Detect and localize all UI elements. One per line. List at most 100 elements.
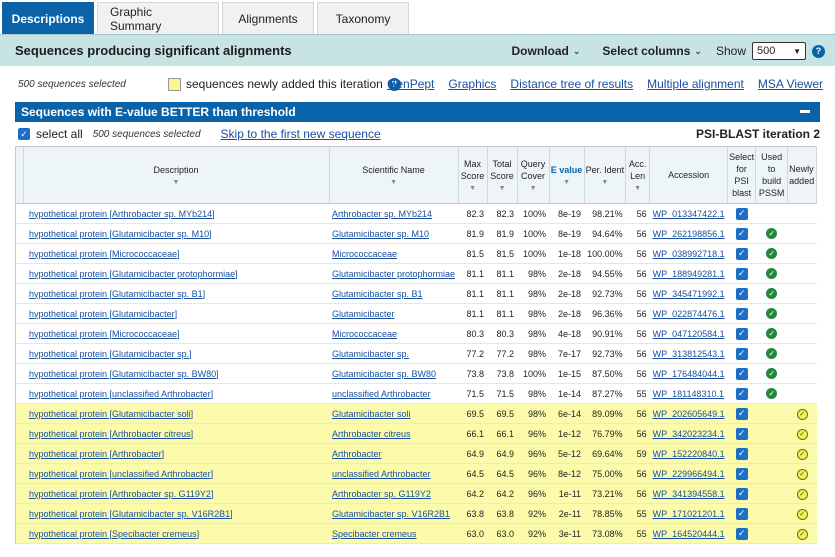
psi-select-checkbox[interactable]: ✓ (735, 267, 748, 280)
select-columns-button[interactable]: Select columns ⌄ (602, 44, 702, 58)
show-count-select[interactable]: 500 ▼ (752, 42, 806, 60)
scientific-name-link[interactable]: Micrococcaceae (332, 329, 397, 339)
distance-tree-link[interactable]: Distance tree of results (510, 77, 633, 91)
psi-select-checkbox[interactable]: ✓ (735, 367, 748, 380)
col-description-label: Description (153, 164, 199, 175)
genpept-link[interactable]: GenPept (387, 77, 434, 91)
accession-link[interactable]: WP_313812543.1 (653, 349, 725, 359)
description-link[interactable]: hypothetical protein [Micrococcaceae] (29, 249, 180, 259)
accession-link[interactable]: WP_176484044.1 (653, 369, 725, 379)
accession-link[interactable]: WP_202605649.1 (653, 409, 725, 419)
psi-select-checkbox[interactable]: ✓ (735, 447, 748, 460)
newly-added-cell: ✓ (787, 523, 817, 544)
accession-link[interactable]: WP_262198856.1 (653, 229, 725, 239)
tab-taxonomy[interactable]: Taxonomy (317, 2, 409, 34)
scientific-name-link[interactable]: unclassified Arthrobacter (332, 389, 431, 399)
tab-alignments[interactable]: Alignments (222, 2, 314, 34)
accession-link[interactable]: WP_345471992.1 (653, 289, 725, 299)
accession-link[interactable]: WP_229966494.1 (653, 469, 725, 479)
description-link[interactable]: hypothetical protein [Glutamicibacter sp… (29, 369, 219, 379)
col-per-ident[interactable]: Per. Ident ▼ (584, 146, 627, 204)
description-link[interactable]: hypothetical protein [Glutamicibacter] (29, 309, 177, 319)
msa-viewer-link[interactable]: MSA Viewer (758, 77, 823, 91)
psi-select-checkbox[interactable]: ✓ (735, 467, 748, 480)
psi-select-checkbox[interactable]: ✓ (735, 207, 748, 220)
total-score-cell: 63.8 (487, 503, 518, 524)
psi-select-checkbox[interactable]: ✓ (735, 507, 748, 520)
description-link[interactable]: hypothetical protein [Micrococcaceae] (29, 329, 180, 339)
multiple-alignment-link[interactable]: Multiple alignment (647, 77, 744, 91)
description-link[interactable]: hypothetical protein [Glutamicibacter so… (29, 409, 193, 419)
scientific-name-link[interactable]: Glutamicibacter sp. V16R2B1 (332, 509, 450, 519)
scientific-name-link[interactable]: Glutamicibacter sp. B1 (332, 289, 423, 299)
description-link[interactable]: hypothetical protein [Glutamicibacter sp… (29, 509, 233, 519)
accession-link[interactable]: WP_181148310.1 (653, 389, 724, 399)
scientific-name-link[interactable]: Glutamicibacter sp. M10 (332, 229, 429, 239)
psi-select-checkbox[interactable]: ✓ (735, 287, 748, 300)
col-scientific-name[interactable]: Scientific Name ▼ (329, 146, 459, 204)
select-all-checkbox[interactable]: ✓ (18, 128, 30, 140)
scientific-name-link[interactable]: Arthrobacter (332, 449, 382, 459)
psi-select-checkbox[interactable]: ✓ (735, 347, 748, 360)
accession-cell: WP_164520444.1 (649, 523, 728, 544)
description-link[interactable]: hypothetical protein [Glutamicibacter pr… (29, 269, 238, 279)
description-cell: hypothetical protein [Micrococcaceae] (23, 243, 329, 264)
scientific-name-link[interactable]: Glutamicibacter sp. (332, 349, 409, 359)
psi-select-checkbox[interactable]: ✓ (735, 527, 748, 540)
scientific-name-link[interactable]: Glutamicibacter soli (332, 409, 411, 419)
accession-link[interactable]: WP_341394558.1 (653, 489, 725, 499)
col-description[interactable]: Description ▼ (23, 146, 330, 204)
description-link[interactable]: hypothetical protein [Arthrobacter citre… (29, 429, 193, 439)
scientific-name-link[interactable]: Specibacter cremeus (332, 529, 417, 539)
psi-select-checkbox[interactable]: ✓ (735, 247, 748, 260)
psi-select-checkbox[interactable]: ✓ (735, 407, 748, 420)
skip-to-new-link[interactable]: Skip to the first new sequence (221, 127, 381, 141)
description-link[interactable]: hypothetical protein [unclassified Arthr… (29, 469, 213, 479)
psi-select-checkbox[interactable]: ✓ (735, 227, 748, 240)
tab-descriptions[interactable]: Descriptions (2, 2, 94, 34)
scientific-name-link[interactable]: Arthrobacter citreus (332, 429, 411, 439)
scientific-name-link[interactable]: Micrococcaceae (332, 249, 397, 259)
col-total-score[interactable]: Total Score ▼ (487, 146, 518, 204)
scientific-name-cell: Glutamicibacter sp. B1 (329, 283, 459, 304)
description-link[interactable]: hypothetical protein [Arthrobacter sp. G… (29, 489, 213, 499)
psi-select-checkbox[interactable]: ✓ (735, 487, 748, 500)
description-link[interactable]: hypothetical protein [Arthrobacter] (29, 449, 164, 459)
collapse-icon[interactable] (800, 110, 810, 113)
scientific-name-link[interactable]: Arthrobacter sp. G119Y2 (332, 489, 431, 499)
accession-link[interactable]: WP_171021201.1 (653, 509, 725, 519)
col-acc-len[interactable]: Acc. Len ▼ (625, 146, 651, 204)
graphics-link[interactable]: Graphics (448, 77, 496, 91)
description-link[interactable]: hypothetical protein [Glutamicibacter sp… (29, 349, 192, 359)
accession-link[interactable]: WP_022874476.1 (653, 309, 725, 319)
tab-graphic-summary[interactable]: Graphic Summary (97, 2, 219, 34)
psi-select-checkbox[interactable]: ✓ (735, 387, 748, 400)
col-max-score[interactable]: Max Score ▼ (458, 146, 488, 204)
psi-select-checkbox[interactable]: ✓ (735, 427, 748, 440)
accession-link[interactable]: WP_047120584.1 (653, 329, 725, 339)
accession-link[interactable]: WP_188949281.1 (653, 269, 725, 279)
help-icon[interactable]: ? (812, 44, 825, 58)
accession-link[interactable]: WP_013347422.1 (653, 209, 725, 219)
scientific-name-link[interactable]: Glutamicibacter protophormiae (332, 269, 455, 279)
scientific-name-link[interactable]: Glutamicibacter sp. BW80 (332, 369, 436, 379)
psi-select-checkbox[interactable]: ✓ (735, 327, 748, 340)
accession-link[interactable]: WP_152220840.1 (653, 449, 725, 459)
download-button[interactable]: Download ⌄ (512, 44, 581, 58)
description-link[interactable]: hypothetical protein [Specibacter cremeu… (29, 529, 199, 539)
scientific-name-link[interactable]: Arthrobacter sp. MYb214 (332, 209, 432, 219)
description-link[interactable]: hypothetical protein [Glutamicibacter sp… (29, 289, 205, 299)
col-query-cover[interactable]: Query Cover ▼ (517, 146, 550, 204)
scientific-name-link[interactable]: unclassified Arthrobacter (332, 469, 431, 479)
col-e-value[interactable]: E value ▼ (549, 146, 585, 204)
accession-link[interactable]: WP_164520444.1 (653, 529, 725, 539)
accession-link[interactable]: WP_342023234.1 (653, 429, 725, 439)
pssm-check-icon: ✓ (766, 248, 778, 260)
psi-select-checkbox[interactable]: ✓ (735, 307, 748, 320)
accession-link[interactable]: WP_038992718.1 (653, 249, 725, 259)
description-link[interactable]: hypothetical protein [Arthrobacter sp. M… (29, 209, 215, 219)
description-link[interactable]: hypothetical protein [unclassified Arthr… (29, 389, 213, 399)
scientific-name-link[interactable]: Glutamicibacter (332, 309, 395, 319)
description-link[interactable]: hypothetical protein [Glutamicibacter sp… (29, 229, 212, 239)
scientific-name-cell: Glutamicibacter sp. M10 (329, 223, 459, 244)
